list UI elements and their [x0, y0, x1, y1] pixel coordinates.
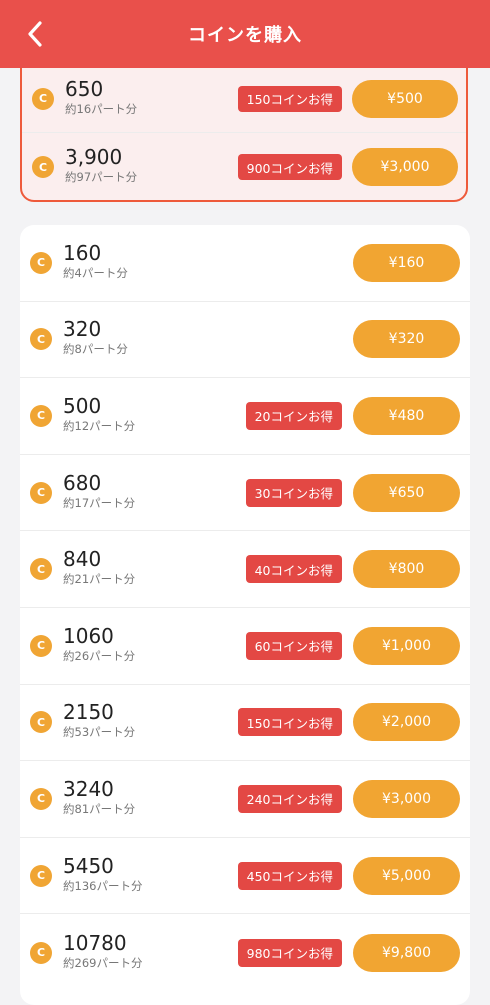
coin-package-list: C 160 約4パート分 ¥160 C 320 約8パート分 ¥320 C 500 約12パート分 2…: [20, 225, 470, 1005]
coin-amount: 500: [63, 393, 102, 418]
coin-icon: C: [30, 634, 52, 657]
coin-amount-group: 3,900 約97パート分: [65, 145, 137, 185]
coin-package-row: C 1060 約26パート分 60コインお得 ¥1,000: [20, 608, 470, 685]
coin-amount-group: 650 約16パート分: [65, 77, 137, 117]
coin-package-row: C 5450 約136パート分 450コインお得 ¥5,000: [20, 838, 470, 915]
coin-package-row: C 160 約4パート分 ¥160: [20, 225, 470, 302]
coin-icon: C: [32, 156, 54, 178]
featured-packages: C 650 約16パート分 150コインお得 ¥500 C 3,900 約97パート分 900コ…: [20, 52, 468, 202]
coin-icon: C: [30, 558, 52, 581]
bonus-badge: 150コインお得: [237, 85, 342, 112]
buy-price-button[interactable]: ¥650: [353, 473, 460, 512]
coin-icon: C: [30, 328, 52, 351]
bonus-badge: 20コインお得: [245, 401, 342, 430]
coin-amount: 5450: [63, 853, 114, 878]
coin-icon: C: [30, 787, 52, 810]
bonus-badge: 40コインお得: [245, 555, 342, 584]
coin-amount-group: 1060 約26パート分: [63, 624, 135, 664]
coin-amount: 3,900: [65, 145, 123, 169]
parts-estimate: 約81パート分: [63, 801, 136, 816]
coin-amount-group: 680 約17パート分: [63, 471, 135, 511]
coin-amount-group: 320 約8パート分: [63, 317, 128, 357]
parts-estimate: 約21パート分: [63, 572, 136, 587]
coin-icon: C: [32, 87, 54, 110]
coin-package-row: C 320 約8パート分 ¥320: [20, 302, 470, 379]
coin-amount-group: 840 約21パート分: [63, 547, 135, 587]
buy-price-button[interactable]: ¥500: [352, 79, 458, 118]
coin-package-row: C 500 約12パート分 20コインお得 ¥480: [20, 378, 470, 455]
coin-amount: 160: [63, 240, 102, 265]
coin-package-row: C 840 約21パート分 40コインお得 ¥800: [20, 531, 470, 608]
buy-price-button[interactable]: ¥480: [353, 396, 460, 435]
coin-amount: 680: [63, 470, 102, 495]
coin-amount: 320: [63, 317, 102, 342]
bonus-badge: 980コインお得: [237, 938, 342, 967]
coin-amount-group: 3240 約81パート分: [63, 777, 135, 817]
buy-price-button[interactable]: ¥160: [353, 243, 460, 282]
coin-amount-group: 5450 約136パート分: [63, 854, 142, 894]
bonus-badge: 150コインお得: [237, 708, 342, 737]
bonus-badge: 240コインお得: [237, 784, 342, 813]
coin-package-row: C 10780 約269パート分 980コインお得 ¥9,800: [20, 914, 470, 991]
coin-package-row: C 2150 約53パート分 150コインお得 ¥2,000: [20, 685, 470, 762]
coin-amount-group: 2150 約53パート分: [63, 700, 135, 740]
coin-package-row: C 680 約17パート分 30コインお得 ¥650: [20, 455, 470, 532]
back-button[interactable]: [18, 17, 52, 51]
buy-price-button[interactable]: ¥9,800: [353, 933, 460, 972]
page-title: コインを購入: [188, 25, 302, 46]
coin-amount: 3240: [63, 776, 114, 801]
bonus-badge: 30コインお得: [245, 478, 342, 507]
buy-price-button[interactable]: ¥3,000: [353, 779, 460, 818]
coin-package-row: C 3240 約81パート分 240コインお得 ¥3,000: [20, 761, 470, 838]
parts-estimate: 約12パート分: [63, 418, 136, 433]
coin-amount: 840: [63, 547, 102, 572]
coin-amount-group: 10780 約269パート分: [63, 931, 142, 971]
coin-amount: 2150: [63, 700, 114, 725]
coin-amount-group: 160 約4パート分: [63, 241, 128, 281]
parts-estimate: 約17パート分: [63, 495, 136, 510]
parts-estimate: 約8パート分: [63, 342, 128, 357]
featured-package-row: C 650 約16パート分 150コインお得 ¥500: [22, 65, 466, 133]
coin-icon: C: [30, 711, 52, 734]
parts-estimate: 約269パート分: [63, 955, 143, 970]
bonus-badge: 60コインお得: [245, 631, 342, 660]
coin-amount-group: 500 約12パート分: [63, 394, 135, 434]
coin-icon: C: [30, 251, 52, 274]
bonus-badge: 900コインお得: [237, 154, 342, 180]
chevron-left-icon: [28, 21, 42, 47]
coin-icon: C: [30, 481, 52, 504]
coin-icon: C: [30, 404, 52, 427]
coin-icon: C: [30, 864, 52, 887]
coin-amount: 650: [65, 76, 104, 101]
coin-amount: 10780: [63, 930, 127, 955]
parts-estimate: 約16パート分: [65, 101, 138, 116]
bonus-badge: 450コインお得: [237, 861, 342, 890]
app-header: コインを購入: [0, 0, 490, 68]
coin-amount: 1060: [63, 623, 114, 648]
featured-package-row: C 3,900 約97パート分 900コインお得 ¥3,000: [22, 133, 466, 200]
buy-price-button[interactable]: ¥2,000: [353, 703, 460, 742]
parts-estimate: 約136パート分: [63, 878, 143, 893]
parts-estimate: 約97パート分: [65, 170, 138, 184]
buy-price-button[interactable]: ¥5,000: [353, 856, 460, 895]
parts-estimate: 約53パート分: [63, 725, 136, 740]
buy-price-button[interactable]: ¥320: [353, 320, 460, 359]
coin-icon: C: [30, 941, 52, 964]
parts-estimate: 約26パート分: [63, 648, 136, 663]
buy-price-button[interactable]: ¥1,000: [353, 626, 460, 665]
parts-estimate: 約4パート分: [63, 265, 128, 280]
buy-price-button[interactable]: ¥3,000: [352, 148, 458, 186]
buy-price-button[interactable]: ¥800: [353, 550, 460, 589]
